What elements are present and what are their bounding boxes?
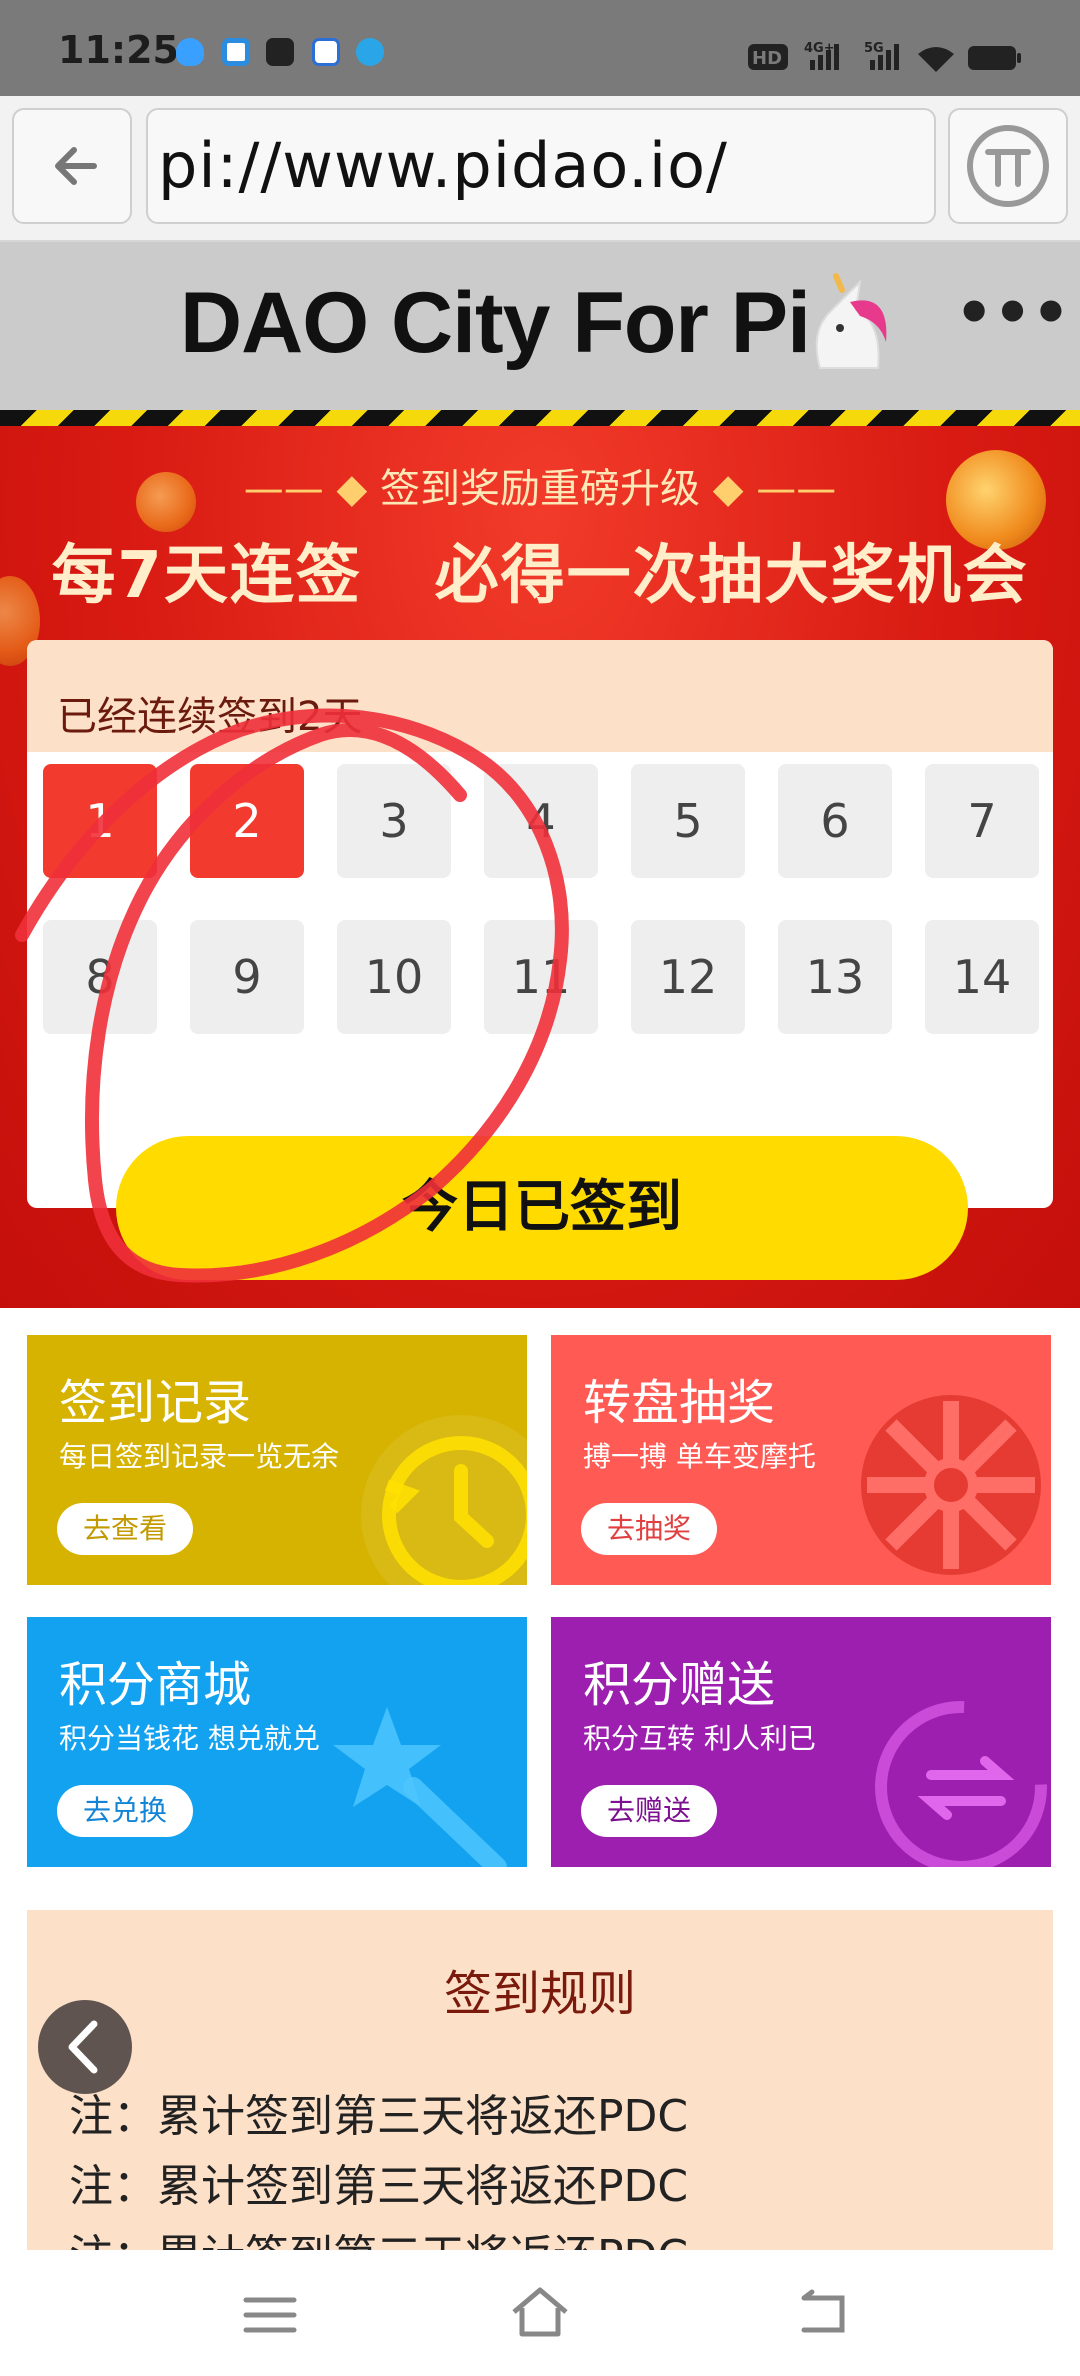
card-wheel-lottery[interactable]: 转盘抽奖 搏一搏 单车变摩托 去抽奖 bbox=[551, 1335, 1051, 1585]
day-cell-8[interactable]: 8 bbox=[43, 920, 157, 1034]
menu-icon[interactable] bbox=[240, 2290, 300, 2340]
back-return-icon[interactable] bbox=[794, 2288, 854, 2338]
signed-today-button[interactable]: 今日已签到 bbox=[116, 1136, 968, 1280]
url-address-field[interactable]: pi://www.pidao.io/ bbox=[146, 108, 936, 224]
pi-logo-icon bbox=[967, 125, 1049, 207]
status-time: 11:25 bbox=[58, 28, 179, 72]
cloud-icon bbox=[266, 38, 294, 66]
banner-subtitle: —— ◆ 签到奖励重磅升级 ◆ —— bbox=[243, 466, 837, 512]
card-signin-record[interactable]: 签到记录 每日签到记录一览无余 去查看 bbox=[27, 1335, 527, 1585]
day-cell-5[interactable]: 5 bbox=[631, 764, 745, 878]
qq-icon bbox=[176, 38, 204, 66]
day-cell-12[interactable]: 12 bbox=[631, 920, 745, 1034]
rule-line: 注：累计签到第三天将返还PDC bbox=[69, 2220, 688, 2250]
app-notification-icon bbox=[222, 38, 250, 66]
signin-rules-section: 签到规则 注：累计签到第三天将返还PDC 注：累计签到第三天将返还PDC 注：累… bbox=[27, 1910, 1053, 2250]
card-title: 转盘抽奖 bbox=[583, 1375, 776, 1431]
card-subtitle: 积分当钱花 想兑就兑 bbox=[59, 1722, 320, 1755]
spin-wheel-button[interactable]: 去抽奖 bbox=[581, 1503, 718, 1555]
home-icon[interactable] bbox=[508, 2284, 572, 2340]
day-cell-2[interactable]: 2 bbox=[190, 764, 304, 878]
day-cell-7[interactable]: 7 bbox=[925, 764, 1039, 878]
day-cell-10[interactable]: 10 bbox=[337, 920, 451, 1034]
streak-header: 已经连续签到2天 bbox=[27, 640, 1053, 752]
day-cell-6[interactable]: 6 bbox=[778, 764, 892, 878]
day-cell-11[interactable]: 11 bbox=[484, 920, 598, 1034]
clock-history-icon bbox=[361, 1415, 527, 1585]
status-bar: 11:25 HD 4G+ 5G bbox=[0, 0, 1080, 96]
card-title: 签到记录 bbox=[59, 1375, 252, 1431]
card-title: 积分赠送 bbox=[583, 1657, 776, 1713]
card-subtitle: 搏一搏 单车变摩托 bbox=[583, 1440, 816, 1473]
card-points-gift[interactable]: 积分赠送 积分互转 利人利已 去赠送 bbox=[551, 1617, 1051, 1867]
card-subtitle: 积分互转 利人利已 bbox=[583, 1722, 816, 1755]
signin-banner: —— ◆ 签到奖励重磅升级 ◆ —— 每7天连签 必得一次抽大奖机会 已经连续签… bbox=[0, 426, 1080, 1308]
card-title: 积分商城 bbox=[59, 1657, 252, 1713]
rules-title: 签到规则 bbox=[443, 1966, 636, 2022]
day-cell-13[interactable]: 13 bbox=[778, 920, 892, 1034]
site-title: DAO City For Pi bbox=[180, 275, 811, 371]
magic-wand-star-icon bbox=[333, 1707, 507, 1867]
chevron-left-icon bbox=[68, 2020, 98, 2074]
browser-back-button[interactable] bbox=[12, 108, 132, 224]
app-badge-icon bbox=[312, 38, 340, 66]
unicorn-icon bbox=[815, 273, 887, 369]
redeem-button[interactable]: 去兑换 bbox=[57, 1785, 194, 1837]
svg-text:HD: HD bbox=[752, 48, 782, 69]
day-cell-1[interactable]: 1 bbox=[43, 764, 157, 878]
banner-subtitle-text: 签到奖励重磅升级 bbox=[380, 466, 700, 512]
lottery-wheel-icon bbox=[861, 1395, 1041, 1575]
rule-line: 注：累计签到第三天将返还PDC bbox=[69, 2091, 689, 2142]
signal-battery-icons: HD 4G+ 5G bbox=[748, 41, 1021, 72]
card-subtitle: 每日签到记录一览无余 bbox=[59, 1440, 340, 1473]
signin-calendar-panel: 已经连续签到2天 1 2 3 4 5 6 7 8 9 10 11 12 13 14 bbox=[27, 640, 1053, 1208]
view-record-button[interactable]: 去查看 bbox=[57, 1503, 194, 1555]
day-cell-14[interactable]: 14 bbox=[925, 920, 1039, 1034]
rule-line: 注：累计签到第三天将返还PDC bbox=[69, 2161, 689, 2212]
pi-wallet-button[interactable] bbox=[948, 108, 1068, 224]
day-cell-9[interactable]: 9 bbox=[190, 920, 304, 1034]
transfer-arrows-icon bbox=[875, 1701, 1047, 1867]
more-menu-button[interactable]: ••• bbox=[955, 278, 1070, 348]
gift-points-button[interactable]: 去赠送 bbox=[581, 1785, 718, 1837]
svg-text:4G+: 4G+ bbox=[804, 41, 835, 56]
browser-icon bbox=[356, 38, 384, 66]
svg-text:5G: 5G bbox=[864, 41, 884, 56]
day-cell-4[interactable]: 4 bbox=[484, 764, 598, 878]
hazard-stripe-divider bbox=[0, 410, 1080, 426]
floating-back-button[interactable] bbox=[38, 2000, 132, 2094]
browser-toolbar: pi://www.pidao.io/ bbox=[0, 96, 1080, 242]
streak-text: 已经连续签到2天 bbox=[57, 694, 363, 740]
banner-headline: 每7天连签 必得一次抽大奖机会 bbox=[51, 539, 1029, 613]
arrow-left-icon bbox=[55, 147, 97, 185]
system-navigation-bar bbox=[0, 2250, 1080, 2376]
site-header: DAO City For Pi ••• bbox=[0, 242, 1080, 410]
day-cell-3[interactable]: 3 bbox=[337, 764, 451, 878]
card-points-mall[interactable]: 积分商城 积分当钱花 想兑就兑 去兑换 bbox=[27, 1617, 527, 1867]
